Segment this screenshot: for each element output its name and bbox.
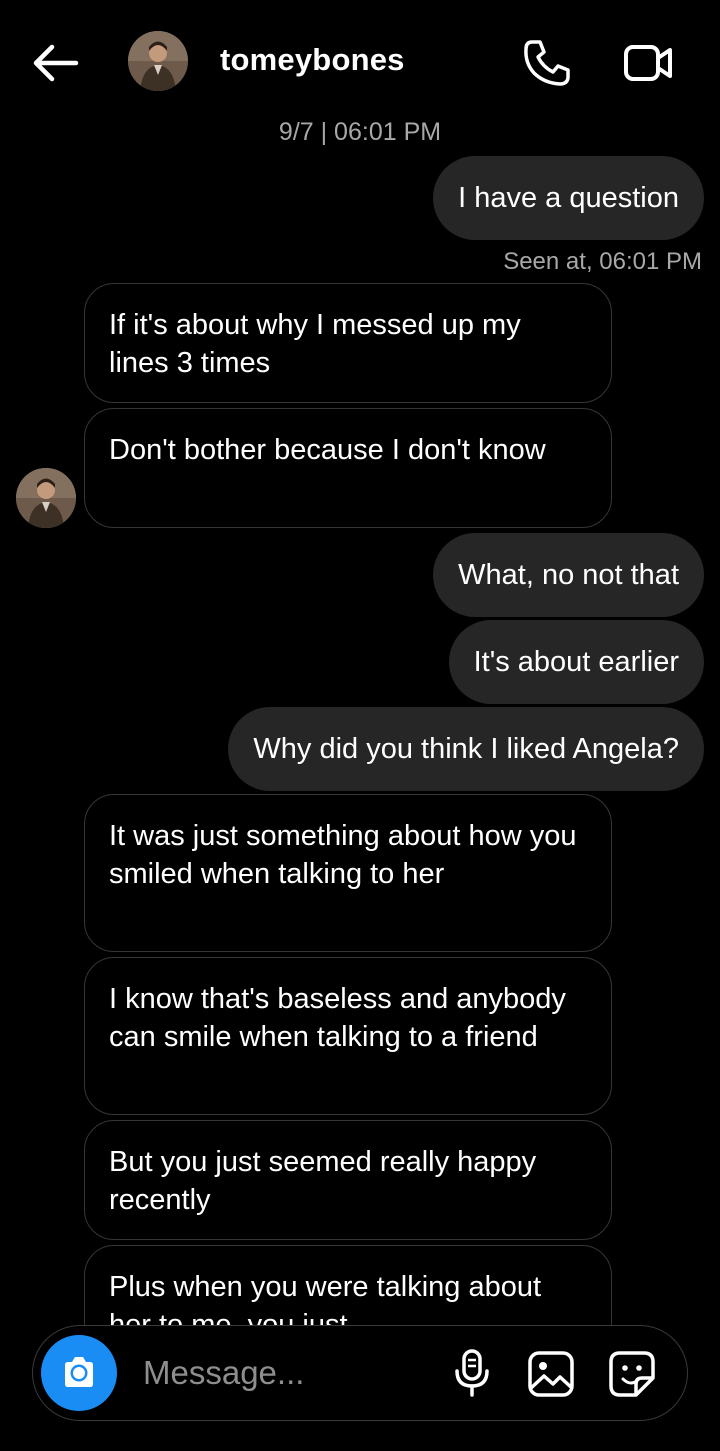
sticker-icon [609,1351,655,1397]
outgoing-message[interactable]: What, no not that [433,533,704,617]
message-composer [32,1325,688,1421]
profile-photo [16,468,76,528]
incoming-message[interactable]: Don't bother because I don't know [84,408,612,528]
chat-header: tomeybones [0,0,720,124]
outgoing-message[interactable]: Why did you think I liked Angela? [228,707,704,791]
microphone-icon [455,1349,489,1397]
incoming-message[interactable]: It was just something about how you smil… [84,794,612,952]
arrow-left-icon [33,44,79,82]
thread-timestamp: 9/7 | 06:01 PM [278,118,442,146]
avatar[interactable] [128,31,188,91]
message-thread[interactable]: 9/7 | 06:01 PM I have a question Seen at… [0,110,720,1325]
message-input[interactable] [143,1352,433,1394]
incoming-message[interactable]: If it's about why I messed up my lines 3… [84,283,612,403]
voice-message-button[interactable] [450,1348,494,1398]
incoming-message[interactable]: I know that's baseless and anybody can s… [84,957,612,1115]
sender-avatar[interactable] [16,468,76,528]
sticker-button[interactable] [608,1350,656,1398]
camera-icon [65,1357,93,1387]
phone-icon [524,40,570,86]
gallery-button[interactable] [527,1350,575,1398]
camera-button[interactable] [41,1335,117,1411]
image-icon [528,1351,574,1397]
seen-status: Seen at, 06:01 PM [503,248,702,275]
outgoing-message[interactable]: I have a question [433,156,704,240]
back-button[interactable] [26,38,84,88]
incoming-message[interactable]: Plus when you were talking about her to … [84,1245,612,1325]
voice-call-button[interactable] [520,36,574,90]
chat-username[interactable]: tomeybones [220,42,405,78]
video-camera-icon [624,45,672,81]
incoming-message[interactable]: But you just seemed really happy recentl… [84,1120,612,1240]
video-call-button[interactable] [620,38,676,88]
outgoing-message[interactable]: It's about earlier [448,620,704,704]
profile-photo [128,31,188,91]
